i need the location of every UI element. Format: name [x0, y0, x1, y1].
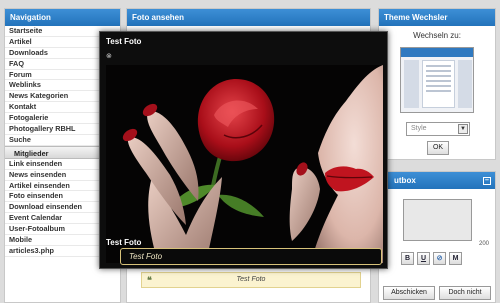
chevron-down-icon[interactable]: ▼	[458, 124, 468, 134]
link-icon[interactable]: ⊘	[433, 252, 446, 265]
rose-photo[interactable]	[106, 65, 383, 263]
theme-switcher-title: Theme Wechsler	[379, 9, 495, 26]
style-select[interactable]: Style ▼	[406, 122, 470, 136]
photo-caption-box: ❝ Test Foto	[141, 272, 361, 288]
lightbox-title: Test Foto	[106, 37, 142, 46]
switch-label: Wechseln zu:	[413, 31, 461, 40]
right-column: Theme Wechsler Wechseln zu: Style ▼ OK u…	[378, 8, 496, 303]
photo-view-title: Foto ansehen	[127, 9, 370, 26]
shoutbox-title-text: utbox	[394, 176, 416, 185]
submit-button[interactable]: Abschicken	[383, 286, 435, 300]
caption-field: Test Foto	[120, 248, 382, 265]
navigation-title: Navigation	[5, 9, 120, 26]
photo-lightbox: Test Foto ⊗ Test Foto Test Foto	[99, 31, 388, 269]
character-counter: 200	[479, 241, 490, 247]
collapse-icon[interactable]: –	[483, 177, 491, 185]
theme-switcher-panel: Theme Wechsler Wechseln zu: Style ▼ OK	[378, 8, 496, 160]
cancel-button[interactable]: Doch nicht	[439, 286, 491, 300]
shoutbox-title: utbox	[379, 172, 495, 189]
style-select-value: Style	[411, 125, 427, 132]
shout-message-input[interactable]	[403, 199, 472, 241]
photo-caption-text: Test Foto	[236, 276, 266, 283]
underline-button[interactable]: U	[417, 252, 430, 265]
mail-button[interactable]: M	[449, 252, 462, 265]
theme-preview-image[interactable]	[400, 47, 474, 113]
bold-button[interactable]: B	[401, 252, 414, 265]
shoutbox-panel: utbox – 200 B U ⊘ M Abschicken Doch nich…	[378, 171, 496, 303]
close-icon[interactable]: ⊗	[106, 52, 112, 60]
ok-button[interactable]: OK	[427, 141, 449, 155]
caption-label: Test Foto	[106, 238, 142, 247]
